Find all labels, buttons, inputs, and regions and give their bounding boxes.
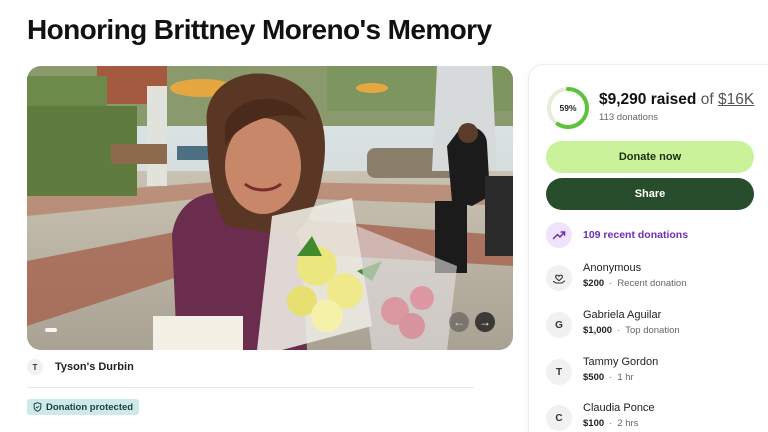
donation-protected-badge[interactable]: Donation protected xyxy=(27,399,140,415)
donation-note: 1 hr xyxy=(617,372,634,383)
donation-details: Tammy Gordon $500 · 1 hr xyxy=(583,355,658,383)
hero-photo-image xyxy=(27,66,513,350)
donation-note: Recent donation xyxy=(617,278,687,289)
organizer-avatar: T xyxy=(27,359,43,375)
next-photo-button[interactable]: → xyxy=(475,312,495,332)
donation-note: 2 hrs xyxy=(617,418,639,429)
donor-name: Gabriela Aguilar xyxy=(583,309,662,321)
shield-icon xyxy=(33,402,42,412)
donation-details: Claudia Ponce $100 · 2 hrs xyxy=(583,401,655,429)
arrow-left-icon: ← xyxy=(453,315,465,329)
donor-avatar: G xyxy=(546,312,572,338)
donate-now-button[interactable]: Donate now xyxy=(546,141,754,173)
previous-photo-button[interactable]: ← xyxy=(449,312,469,332)
arrow-right-icon: → xyxy=(479,315,491,329)
divider xyxy=(27,387,474,388)
donor-avatar: C xyxy=(546,405,572,431)
donation-count: 113 donations xyxy=(599,112,658,123)
donation-item: Anonymous $200 · Recent donation xyxy=(546,261,687,291)
amount-raised: $9,290 raised of $16K xyxy=(599,91,754,109)
donation-note: Top donation xyxy=(625,325,680,336)
goal-amount[interactable]: $16K xyxy=(718,91,754,108)
donation-amount: $1,000 xyxy=(583,325,613,336)
share-button[interactable]: Share xyxy=(546,178,754,210)
donor-name: Tammy Gordon xyxy=(583,356,659,368)
donation-item: T Tammy Gordon $500 · 1 hr xyxy=(546,355,658,385)
donor-name: Claudia Ponce xyxy=(583,402,655,414)
raised-amount: $9,290 raised xyxy=(599,91,697,108)
donation-details: Gabriela Aguilar $1,000 · Top donation xyxy=(583,308,680,336)
progress-percent: 59% xyxy=(559,103,577,113)
page-title: Honoring Brittney Moreno's Memory xyxy=(27,14,492,45)
heart-hand-icon xyxy=(546,265,572,291)
donation-meta: $500 · 1 hr xyxy=(583,372,634,383)
donor-avatar: T xyxy=(546,359,572,385)
donation-meta: $100 · 2 hrs xyxy=(583,418,639,429)
donation-amount: $200 xyxy=(583,278,605,289)
donation-amount: $500 xyxy=(583,372,605,383)
hero-photo[interactable]: ← → xyxy=(27,66,513,350)
trending-up-icon xyxy=(546,222,572,248)
donation-amount: $100 xyxy=(583,418,605,429)
carousel-indicator xyxy=(45,328,57,332)
organizer-row[interactable]: T Tyson's Durbin xyxy=(27,359,134,375)
raised-of: of xyxy=(700,91,714,108)
donation-details: Anonymous $200 · Recent donation xyxy=(583,261,687,289)
donation-item: G Gabriela Aguilar $1,000 · Top donation xyxy=(546,308,680,338)
recent-donations-label: 109 recent donations xyxy=(583,229,689,241)
donor-name: Anonymous xyxy=(583,262,642,274)
donation-meta: $200 · Recent donation xyxy=(583,278,687,289)
donation-meta: $1,000 · Top donation xyxy=(583,325,680,336)
donation-item: C Claudia Ponce $100 · 2 hrs xyxy=(546,401,655,431)
recent-donations-link[interactable]: 109 recent donations xyxy=(546,222,688,248)
badge-label: Donation protected xyxy=(46,401,134,413)
organizer-name[interactable]: Tyson's Durbin xyxy=(55,361,134,373)
